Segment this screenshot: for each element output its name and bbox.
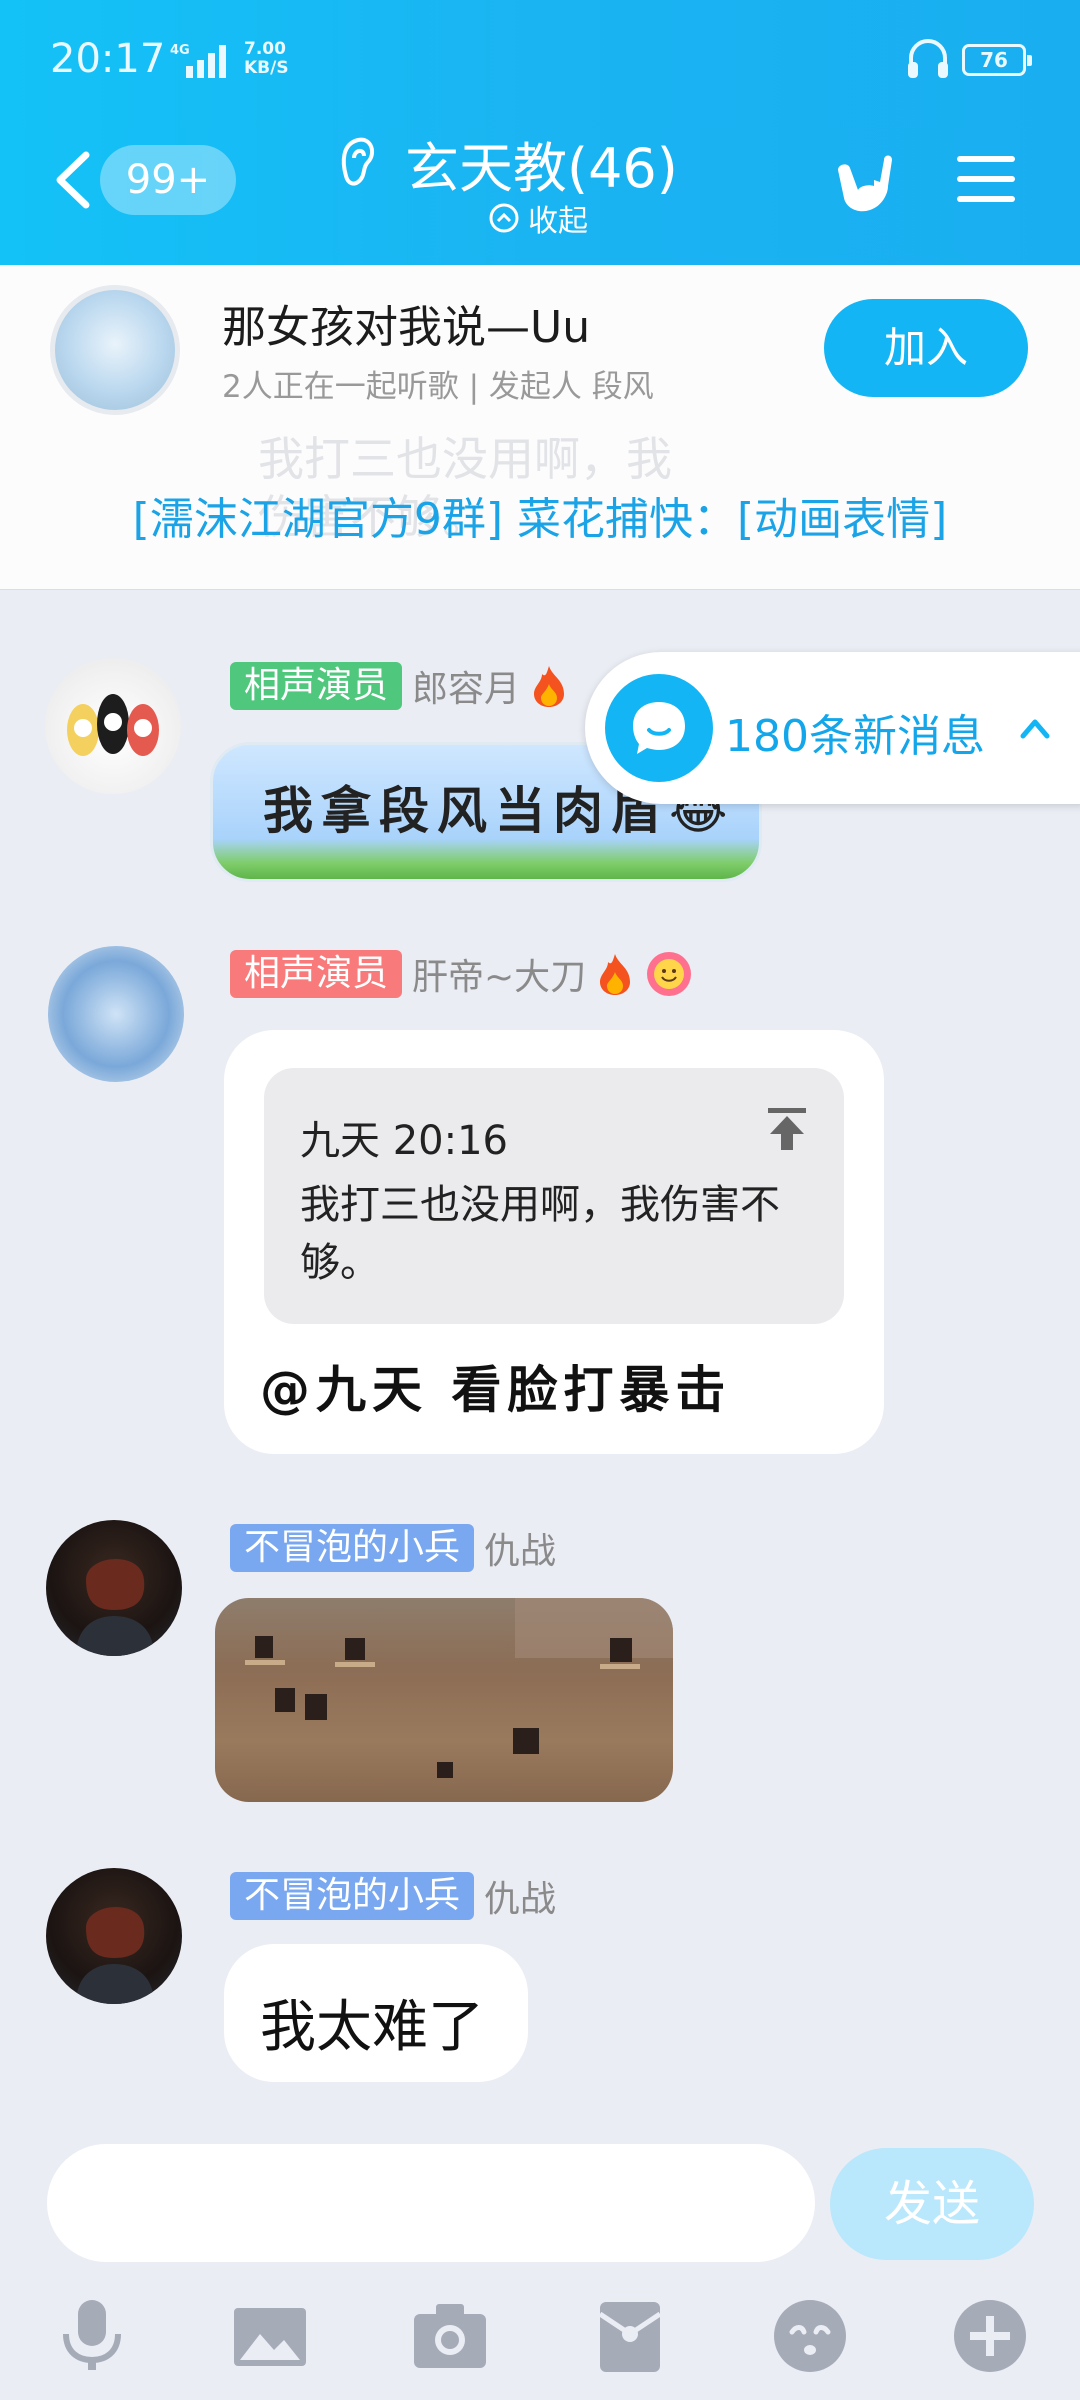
fire-icon [600,954,631,995]
listen-together-panel: 那女孩对我说—Uu 2人正在一起听歌 | 发起人 段风 加入 我打三也没用啊，我… [0,265,1080,590]
quoted-message[interactable]: 九天 20:16 我打三也没用啊，我伤害不够。 [264,1068,844,1324]
network-speed-value: 7.00 [244,39,286,59]
status-time: 20:17 [50,36,166,82]
collapse-toggle[interactable]: 收起 [488,196,588,240]
avatar[interactable] [46,1520,182,1656]
ear-icon[interactable] [336,132,380,190]
battery-indicator: 76 [962,44,1032,76]
message-text: @九天 看脸打暴击 [260,1361,732,1419]
network-speed-unit: KB/S [244,58,289,78]
back-button[interactable] [48,145,98,215]
message-text: 我太难了 [260,1995,484,2060]
member-title-tag: 相声演员 [230,950,403,998]
network-speed: 7.00 KB/S [244,40,289,78]
chevron-up-icon [1020,719,1050,739]
join-listening-button[interactable]: 加入 [824,299,1028,397]
new-messages-button[interactable]: 180条新消息 [585,652,1080,804]
chat-bubble-icon [605,674,713,782]
song-title: 那女孩对我说—Uu [222,302,591,353]
sender-row: 不冒泡的小兵 仇战 [230,1522,556,1574]
group-announcement[interactable]: [濡沫江湖官方9群] 菜花捕快：[动画表情] [0,483,1080,547]
chevron-up-icon [489,203,519,233]
send-button[interactable]: 发送 [830,2148,1034,2260]
text-message[interactable]: 我太难了 [224,1944,528,2082]
fire-icon [534,666,565,707]
smile-badge-icon [647,952,692,996]
avatar-person-drawing [76,1558,154,1656]
emoji-icon[interactable] [770,2296,850,2376]
jump-to-quote-icon[interactable] [762,1104,812,1154]
image-icon[interactable] [230,2296,310,2376]
quoted-text: 我打三也没用啊，我伤害不够。 [300,1182,780,1286]
unread-count-badge[interactable]: 99+ [100,145,236,215]
chat-header: 20:17 4G 7.00 KB/S 76 99+ 玄天教(46) 收起 [0,0,1080,265]
mic-icon[interactable] [52,2296,132,2376]
member-title-tag: 不冒泡的小兵 [230,1872,475,1920]
headset-icon [908,39,948,78]
sender-row: 相声演员 肝帝~大刀 [230,948,694,1000]
message-input[interactable] [47,2144,815,2262]
camera-icon[interactable] [410,2296,490,2376]
listen-together-info: 2人正在一起听歌 | 发起人 段风 [222,369,654,405]
reply-message[interactable]: 九天 20:16 我打三也没用啊，我伤害不够。 @九天 看脸打暴击 [224,1030,884,1454]
new-messages-count: 180条新消息 [725,711,985,762]
rock-hand-icon[interactable] [830,150,898,218]
sender-name[interactable]: 肝帝~大刀 [412,948,586,1000]
sender-name[interactable]: 仇战 [484,1870,556,1922]
avatar-girls-drawing [67,694,159,756]
avatar[interactable] [48,946,184,1082]
avatar[interactable] [45,658,181,794]
avatar-person-drawing [76,1906,154,2004]
member-title-tag: 相声演员 [230,662,403,710]
sender-row: 相声演员 郎容月 [230,660,568,712]
quoted-header: 九天 20:16 [300,1118,508,1164]
menu-icon[interactable] [955,150,1017,208]
group-title[interactable]: 玄天教(46) [405,124,678,203]
game-screenshot-image [245,1598,673,1778]
plus-icon[interactable] [950,2296,1030,2376]
sender-name[interactable]: 仇战 [484,1522,556,1574]
network-type-label: 4G [170,43,190,58]
background-preview-line: 我打三也没用啊，我 [258,432,672,486]
member-title-tag: 不冒泡的小兵 [230,1524,475,1572]
sender-name[interactable]: 郎容月 [412,660,520,712]
song-cover[interactable] [50,285,180,415]
sender-row: 不冒泡的小兵 仇战 [230,1870,556,1922]
image-message[interactable] [215,1598,673,1802]
avatar[interactable] [46,1868,182,2004]
signal-icon: 4G [170,43,226,78]
red-packet-icon[interactable] [590,2296,670,2376]
collapse-label: 收起 [528,204,588,239]
